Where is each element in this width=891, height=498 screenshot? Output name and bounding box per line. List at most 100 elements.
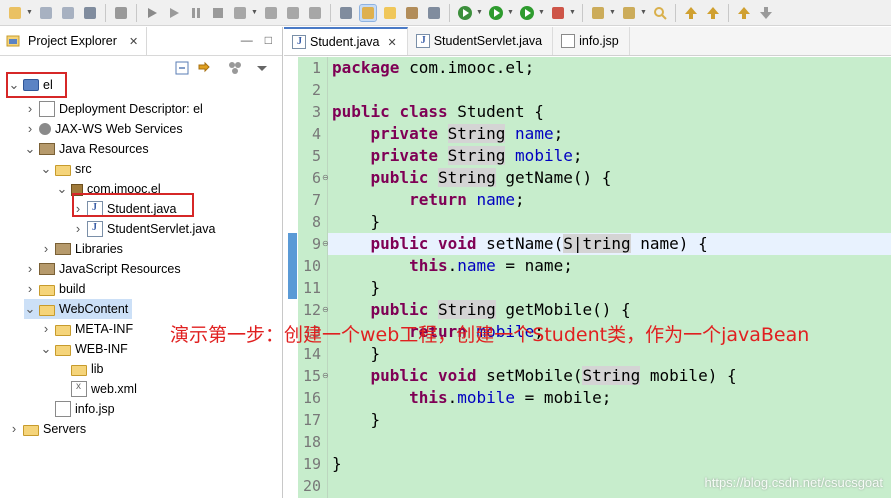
xml-file-icon xyxy=(71,381,87,397)
chevron-down-icon[interactable]: ⌄ xyxy=(40,162,52,175)
tree-item[interactable]: › JAX-WS Web Services xyxy=(24,119,183,139)
collapse-all-icon[interactable] xyxy=(175,61,189,75)
tree-item[interactable]: lib xyxy=(56,359,104,379)
line-number: 20 xyxy=(302,477,321,495)
close-icon[interactable]: ✕ xyxy=(388,36,397,49)
maximize-icon[interactable]: □ xyxy=(265,33,272,47)
java-file-icon xyxy=(292,35,306,49)
tree-item[interactable]: › JavaScript Resources xyxy=(24,259,181,279)
skip-breakpoints-icon[interactable] xyxy=(144,5,160,21)
dropdown-arrow-icon[interactable]: ▼ xyxy=(476,5,483,21)
folder-icon xyxy=(55,344,71,356)
editor-tab[interactable]: Student.java ✕ xyxy=(284,27,408,55)
step-into-icon[interactable] xyxy=(263,5,279,21)
forward-icon[interactable] xyxy=(758,5,774,21)
code-line: public void setName(S|tring name) { xyxy=(370,234,708,253)
tree-item-label: META-INF xyxy=(75,322,134,336)
chevron-down-icon[interactable]: ⌄ xyxy=(24,302,36,315)
line-number: 9 xyxy=(311,235,321,253)
chevron-right-icon[interactable]: › xyxy=(24,282,36,295)
mark-occurrences-icon[interactable] xyxy=(382,5,398,21)
new-icon[interactable] xyxy=(7,5,23,21)
show-whitespace-icon[interactable] xyxy=(338,5,354,21)
resume-icon[interactable] xyxy=(166,5,182,21)
chevron-down-icon[interactable]: ⌄ xyxy=(40,342,52,355)
disconnect-icon[interactable] xyxy=(232,5,248,21)
save-icon[interactable] xyxy=(38,5,54,21)
tree-item[interactable]: › build xyxy=(24,279,86,299)
dropdown-arrow-icon[interactable]: ▼ xyxy=(609,5,616,21)
editor-tab-label: StudentServlet.java xyxy=(433,34,543,48)
line-number-gutter: 1 2 3 4 5 6 ⊖ 7 8 9 ⊖ 10 11 12 ⊖ 13 14 15 ⊖ 16 17 18 19 20 xyxy=(298,57,329,498)
chevron-right-icon[interactable]: › xyxy=(24,102,36,115)
fold-toggle-icon[interactable]: ⊖ xyxy=(322,365,329,387)
debug-run-icon[interactable] xyxy=(457,5,473,21)
save-all-icon[interactable] xyxy=(60,5,76,21)
open-task-icon[interactable] xyxy=(621,5,637,21)
tree-item[interactable]: ⌄ WEB-INF xyxy=(40,339,128,359)
print-icon[interactable] xyxy=(82,5,98,21)
dropdown-arrow-icon[interactable]: ▼ xyxy=(26,5,33,21)
step-over-icon[interactable] xyxy=(285,5,301,21)
run-icon[interactable] xyxy=(488,5,504,21)
tree-item[interactable]: ⌄ WebContent xyxy=(24,299,133,319)
tree-item[interactable]: › Deployment Descriptor: el xyxy=(24,99,203,119)
line-number: 8 xyxy=(311,213,321,231)
project-explorer-pane: Project Explorer ✕ — □ ⌄ el › Deployment De… xyxy=(0,27,283,498)
filter-icon[interactable] xyxy=(228,61,242,75)
tree-item[interactable]: info.jsp xyxy=(40,399,115,419)
open-type-icon[interactable] xyxy=(590,5,606,21)
fold-toggle-icon[interactable]: ⊖ xyxy=(322,167,329,189)
previous-annotation-icon[interactable] xyxy=(705,5,721,21)
tree-item-label: WEB-INF xyxy=(75,342,128,356)
tutorial-annotation: 演示第一步：创建一个web工程，创建一个Student类，作为一个javaBea… xyxy=(170,324,810,346)
next-annotation-icon[interactable] xyxy=(683,5,699,21)
step-return-icon[interactable] xyxy=(307,5,323,21)
search-icon[interactable] xyxy=(652,5,668,21)
tree-item[interactable]: › META-INF xyxy=(40,319,133,339)
highlight-icon[interactable] xyxy=(359,3,377,22)
chevron-right-icon[interactable]: › xyxy=(72,222,84,235)
fold-toggle-icon[interactable]: ⊖ xyxy=(322,299,329,321)
chevron-right-icon[interactable]: › xyxy=(40,242,52,255)
chevron-right-icon[interactable]: › xyxy=(40,322,52,335)
dropdown-arrow-icon[interactable]: ▼ xyxy=(538,5,545,21)
chevron-right-icon[interactable]: › xyxy=(24,262,36,275)
minimize-icon[interactable]: — xyxy=(241,33,253,47)
tab-project-explorer[interactable]: Project Explorer ✕ xyxy=(0,27,148,55)
external-tools-icon[interactable] xyxy=(550,5,566,21)
terminate-icon[interactable] xyxy=(210,5,226,21)
chevron-right-icon[interactable]: › xyxy=(24,122,36,135)
code-editor[interactable]: 1 2 3 4 5 6 ⊖ 7 8 9 ⊖ 10 11 12 ⊖ 13 14 15 ⊖ 16 17 18 19 20 pack… xyxy=(284,57,891,498)
coverage-icon[interactable] xyxy=(519,5,535,21)
toggle-word-wrap-icon[interactable] xyxy=(426,5,442,21)
view-menu-icon[interactable] xyxy=(255,61,269,75)
dropdown-arrow-icon[interactable]: ▼ xyxy=(507,5,514,21)
editor-tab[interactable]: info.jsp xyxy=(553,27,630,55)
dropdown-arrow-icon[interactable]: ▼ xyxy=(640,5,647,21)
chevron-right-icon[interactable]: › xyxy=(8,422,20,435)
tree-item[interactable]: › Servers xyxy=(8,419,86,439)
tree-item[interactable]: › Libraries xyxy=(40,239,123,259)
chevron-down-icon[interactable]: ⌄ xyxy=(56,182,68,195)
link-with-editor-icon[interactable] xyxy=(197,61,211,75)
tree-item-label: Servers xyxy=(43,422,87,436)
java-file-icon xyxy=(415,34,430,48)
fold-toggle-icon[interactable]: ⊖ xyxy=(322,233,329,255)
chevron-down-icon[interactable]: ⌄ xyxy=(24,142,36,155)
tree-item[interactable]: › StudentServlet.java xyxy=(72,219,215,239)
tree-item[interactable]: web.xml xyxy=(56,379,137,399)
line-number: 2 xyxy=(311,81,321,99)
toggle-block-icon[interactable] xyxy=(404,5,420,21)
close-icon[interactable]: ✕ xyxy=(129,35,138,48)
tree-item[interactable]: ⌄ src xyxy=(40,159,92,179)
tree-item[interactable]: ⌄ Java Resources xyxy=(24,139,149,159)
dropdown-arrow-icon[interactable]: ▼ xyxy=(251,5,258,21)
back-icon[interactable] xyxy=(736,5,752,21)
debug-icon[interactable] xyxy=(113,5,129,21)
dropdown-arrow-icon[interactable]: ▼ xyxy=(569,5,576,21)
editor-tab[interactable]: StudentServlet.java xyxy=(408,27,554,55)
tree-item-label: lib xyxy=(91,362,104,376)
tree-item-label: WebContent xyxy=(59,302,129,316)
suspend-icon[interactable] xyxy=(188,5,204,21)
